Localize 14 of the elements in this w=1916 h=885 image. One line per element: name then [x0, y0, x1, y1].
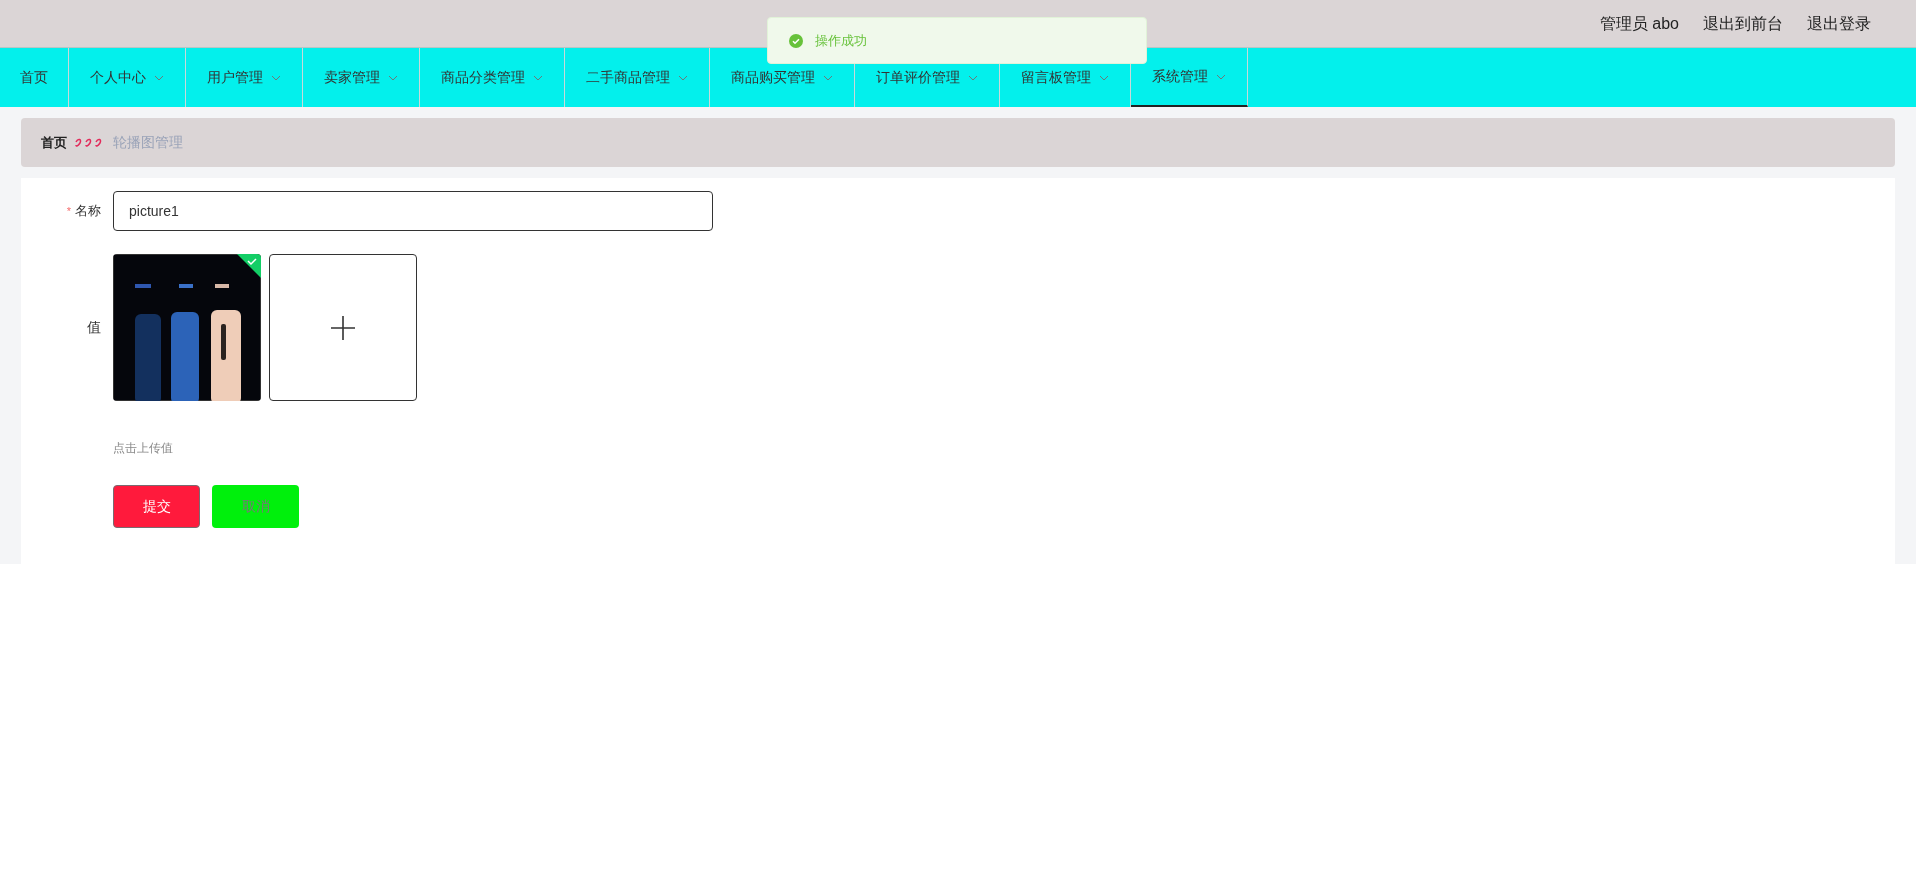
required-mark: *	[66, 203, 71, 219]
breadcrumb-link[interactable]: 首页	[41, 132, 67, 153]
plus-icon	[330, 314, 356, 341]
field-label: 值	[87, 318, 101, 337]
upload-button[interactable]	[269, 254, 417, 401]
submit-button[interactable]: 提交	[113, 485, 200, 528]
success-icon	[789, 33, 803, 48]
header-link[interactable]: 退出登录	[1807, 11, 1871, 36]
field-label: 名称	[75, 202, 101, 221]
name-field[interactable]: picture1	[113, 191, 713, 231]
toast-message: 操作成功	[815, 31, 867, 50]
header-link[interactable]: 退出到前台	[1703, 11, 1783, 36]
upload-hint: 点击上传值	[113, 441, 173, 455]
user-name: 管理员 abo	[1599, 13, 1679, 34]
